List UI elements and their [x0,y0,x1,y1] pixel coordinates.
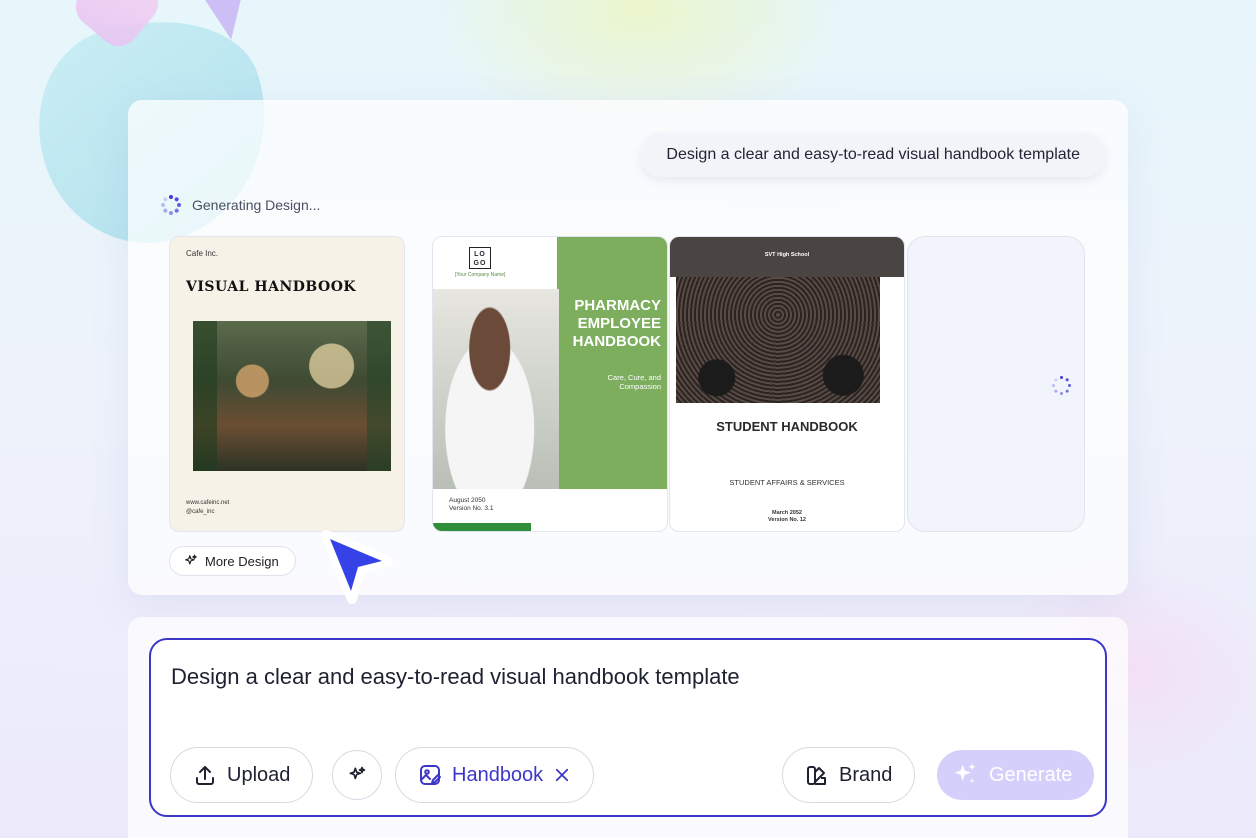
brand-palette-icon [805,763,829,787]
image-edit-icon [418,763,442,787]
generation-status: Generating Design... [160,194,320,216]
prompt-input[interactable]: Design a clear and easy-to-read visual h… [171,664,740,690]
cafe-photo [193,321,391,471]
card-date-text: August 2050 [449,497,486,504]
card-date: March 2052 Version No. 12 [670,510,904,524]
card-footer-site: www.cafeinc.net [186,500,230,506]
green-accent-bar [433,523,531,531]
results-panel: Design a clear and easy-to-read visual h… [128,100,1128,595]
card-footer-handle: @cafe_inc [186,509,215,515]
magic-sparkle-icon [347,765,367,785]
more-design-button[interactable]: More Design [169,546,296,576]
card-subtitle: STUDENT AFFAIRS & SERVICES [729,478,845,487]
card-company-name: [Your Company Name] [455,272,506,278]
template-card-pharmacy-handbook[interactable]: LO GO [Your Company Name] PHARMACY EMPLO… [432,236,668,532]
card-title: STUDENT HANDBOOK [716,419,858,434]
template-card-loading [907,236,1085,532]
template-card-student-handbook[interactable]: SVT High School STUDENT HANDBOOK STUDENT… [669,236,905,532]
loading-spinner-icon [160,194,182,216]
auditorium-photo [676,277,880,403]
card-version: Version No. 12 [768,517,806,523]
pharmacist-photo [433,289,559,489]
brand-button[interactable]: Brand [782,747,916,803]
upload-button[interactable]: Upload [170,747,314,803]
card-footer: www.cafeinc.net @cafe_inc [186,499,229,517]
handbook-tag[interactable]: Handbook [395,747,595,803]
generate-button[interactable]: Generate [937,750,1095,800]
upload-icon [193,763,217,787]
decorative-lilac-shape [195,0,257,45]
prompt-panel: Design a clear and easy-to-read visual h… [128,617,1128,838]
card-date-text: March 2052 [772,510,802,516]
close-icon[interactable] [553,766,571,784]
status-label: Generating Design... [192,197,321,213]
card-date: August 2050 Version No. 3.1 [449,497,493,513]
sparkle-icon [184,554,198,568]
prompt-input-box[interactable]: Design a clear and easy-to-read visual h… [149,638,1107,817]
pointer-cursor-icon [318,527,398,607]
template-card-visual-handbook[interactable]: Cafe Inc. VISUAL HANDBOOK www.cafeinc.ne… [169,236,405,532]
logo-placeholder: LO GO [469,247,491,269]
more-design-label: More Design [205,553,279,569]
card-title: PHARMACY EMPLOYEE HANDBOOK [572,297,661,350]
handbook-tag-label: Handbook [452,763,544,786]
brand-label: Brand [839,763,893,786]
user-prompt-bubble: Design a clear and easy-to-read visual h… [640,133,1106,177]
upload-label: Upload [227,763,291,786]
loading-spinner-icon [1051,375,1073,397]
card-company: Cafe Inc. [186,249,219,258]
generate-label: Generate [989,763,1073,786]
magic-enhance-button[interactable] [332,750,382,800]
card-title: VISUAL HANDBOOK [186,279,357,295]
card-tagline: Care, Cure, and Compassion [607,373,661,391]
sparkle-icon [951,761,979,789]
card-school: SVT High School [764,252,810,258]
green-panel [557,237,667,489]
card-version: Version No. 3.1 [449,505,494,512]
